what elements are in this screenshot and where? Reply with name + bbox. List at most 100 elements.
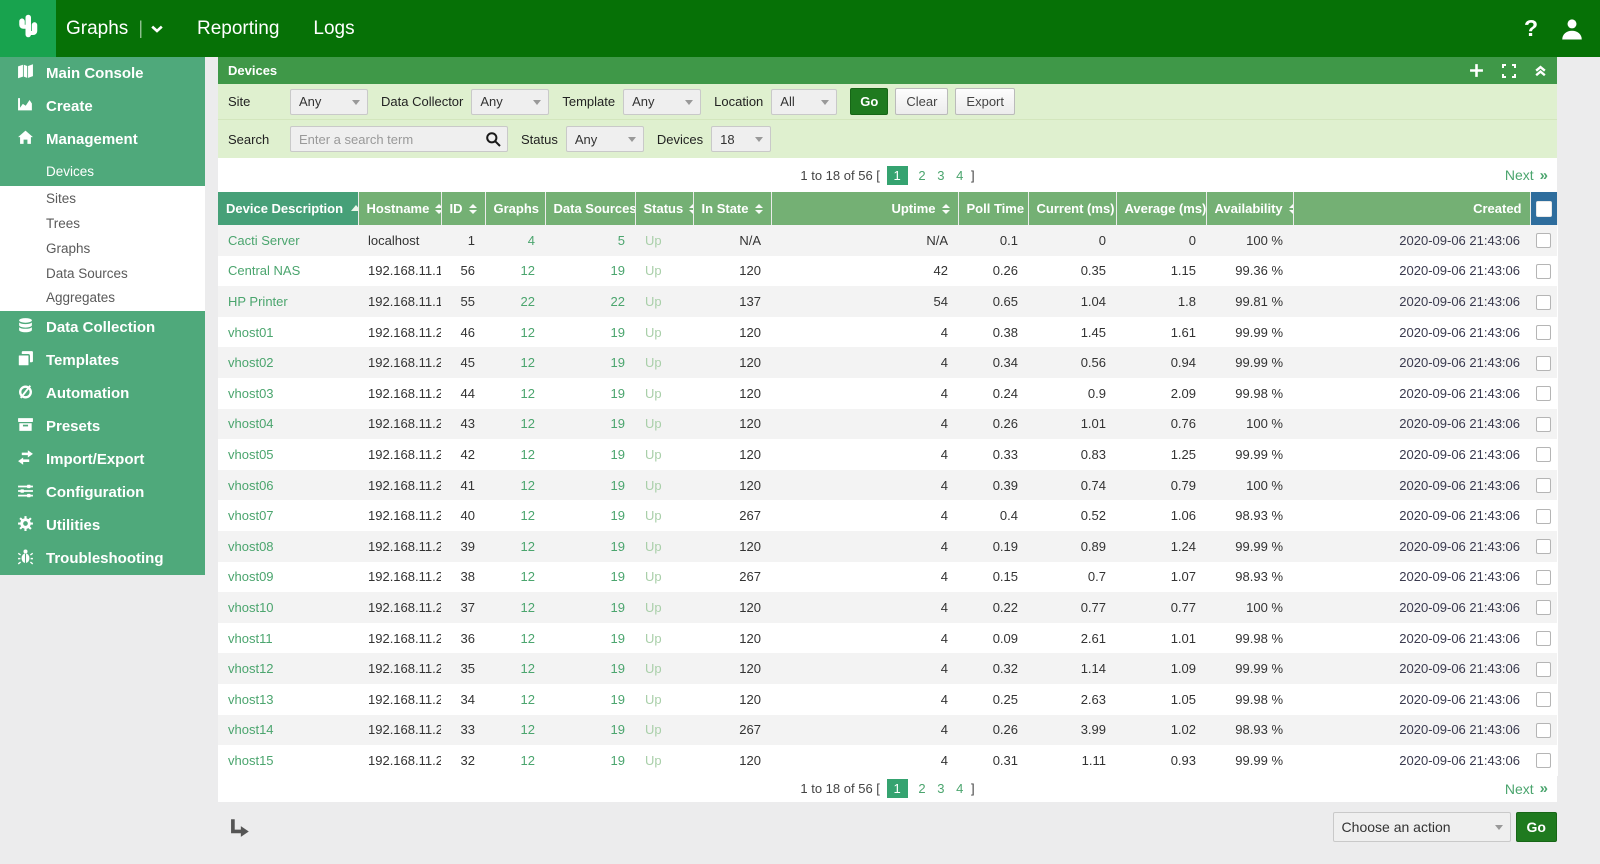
row-checkbox[interactable] (1536, 600, 1551, 615)
sidebar-item-templates[interactable]: Templates (0, 344, 205, 377)
device-link[interactable]: vhost05 (228, 447, 274, 462)
column-header-in-state[interactable]: In State (693, 192, 771, 225)
chevron-down-icon[interactable] (151, 25, 163, 33)
sidebar-item-sites[interactable]: Sites (0, 186, 205, 211)
row-checkbox[interactable] (1536, 233, 1551, 248)
table-row[interactable]: vhost01 192.168.11.201 46 12 19 Up 120 4… (218, 317, 1557, 348)
page-link-4[interactable]: 4 (956, 781, 963, 796)
device-link[interactable]: Central NAS (228, 263, 300, 278)
row-checkbox[interactable] (1536, 478, 1551, 493)
sidebar-item-create[interactable]: Create (0, 90, 205, 123)
row-checkbox[interactable] (1536, 417, 1551, 432)
page-link-4[interactable]: 4 (956, 168, 963, 183)
tab-reporting[interactable]: Reporting (197, 18, 279, 40)
export-button[interactable]: Export (955, 88, 1015, 115)
page-link-2[interactable]: 2 (918, 781, 925, 796)
device-link[interactable]: vhost04 (228, 416, 274, 431)
column-header-current-ms[interactable]: Current (ms) (1028, 192, 1116, 225)
device-link[interactable]: vhost14 (228, 722, 274, 737)
row-checkbox[interactable] (1536, 356, 1551, 371)
device-link[interactable]: vhost06 (228, 478, 274, 493)
device-link[interactable]: vhost10 (228, 600, 274, 615)
sidebar-item-troubleshooting[interactable]: Troubleshooting (0, 542, 205, 575)
column-header-device-description[interactable]: Device Description (218, 192, 358, 225)
sidebar-item-automation[interactable]: Automation (0, 377, 205, 410)
row-checkbox[interactable] (1536, 753, 1551, 768)
table-row[interactable]: vhost14 192.168.11.214 33 12 19 Up 267 4… (218, 715, 1557, 746)
help-icon[interactable]: ? (1524, 15, 1538, 42)
table-row[interactable]: vhost10 192.168.11.210 37 12 19 Up 120 4… (218, 592, 1557, 623)
table-row[interactable]: vhost13 192.168.11.213 34 12 19 Up 120 4… (218, 684, 1557, 715)
user-icon[interactable] (1560, 17, 1584, 41)
row-checkbox[interactable] (1536, 447, 1551, 462)
row-checkbox[interactable] (1536, 570, 1551, 585)
sidebar-item-presets[interactable]: Presets (0, 410, 205, 443)
column-header-id[interactable]: ID (441, 192, 485, 225)
table-row[interactable]: vhost02 192.168.11.202 45 12 19 Up 120 4… (218, 347, 1557, 378)
sidebar-item-data-sources[interactable]: Data Sources (0, 261, 205, 286)
sidebar-item-main-console[interactable]: Main Console (0, 57, 205, 90)
row-checkbox[interactable] (1536, 295, 1551, 310)
row-checkbox[interactable] (1536, 386, 1551, 401)
filter-go-button[interactable]: Go (850, 88, 888, 115)
page-link-3[interactable]: 3 (937, 168, 944, 183)
collapse-panel-icon[interactable] (1534, 64, 1547, 77)
device-link[interactable]: vhost11 (228, 631, 273, 646)
column-header-poll-time[interactable]: Poll Time (958, 192, 1028, 225)
row-checkbox[interactable] (1536, 539, 1551, 554)
sidebar-item-data-collection[interactable]: Data Collection (0, 311, 205, 344)
table-row[interactable]: vhost08 192.168.11.208 39 12 19 Up 120 4… (218, 531, 1557, 562)
device-link[interactable]: vhost12 (228, 661, 274, 676)
sidebar-item-configuration[interactable]: Configuration (0, 476, 205, 509)
device-link[interactable]: Cacti Server (228, 233, 300, 248)
column-header-availability[interactable]: Availability (1206, 192, 1293, 225)
page-link-2[interactable]: 2 (918, 168, 925, 183)
column-header-created[interactable]: Created (1293, 192, 1530, 225)
location-select[interactable]: All (771, 89, 837, 115)
site-select[interactable]: Any (290, 89, 368, 115)
page-current[interactable]: 1 (887, 779, 908, 798)
device-link[interactable]: vhost13 (228, 692, 274, 707)
sidebar-item-import-export[interactable]: Import/Export (0, 443, 205, 476)
page-link-3[interactable]: 3 (937, 781, 944, 796)
action-select[interactable]: Choose an action (1333, 812, 1511, 842)
devices-count-select[interactable]: 18 (711, 126, 771, 152)
device-link[interactable]: vhost08 (228, 539, 274, 554)
column-header-uptime[interactable]: Uptime (771, 192, 958, 225)
row-checkbox[interactable] (1536, 509, 1551, 524)
table-row[interactable]: vhost04 192.168.11.204 43 12 19 Up 120 4… (218, 409, 1557, 440)
device-link[interactable]: vhost15 (228, 753, 274, 768)
table-row[interactable]: vhost15 192.168.11.215 32 12 19 Up 120 4… (218, 745, 1557, 776)
row-checkbox[interactable] (1536, 662, 1551, 677)
action-go-button[interactable]: Go (1516, 812, 1557, 842)
table-row[interactable]: vhost09 192.168.11.209 38 12 19 Up 267 4… (218, 562, 1557, 593)
cacti-logo[interactable] (0, 0, 56, 57)
column-header-status[interactable]: Status (635, 192, 693, 225)
page-current[interactable]: 1 (887, 166, 908, 185)
search-input[interactable] (290, 126, 508, 152)
column-header-hostname[interactable]: Hostname (358, 192, 441, 225)
table-row[interactable]: vhost12 192.168.11.212 35 12 19 Up 120 4… (218, 653, 1557, 684)
device-link[interactable]: vhost01 (228, 325, 274, 340)
table-row[interactable]: vhost03 192.168.11.203 44 12 19 Up 120 4… (218, 378, 1557, 409)
fullscreen-icon[interactable] (1502, 64, 1516, 78)
search-icon[interactable] (485, 131, 501, 152)
device-link[interactable]: vhost02 (228, 355, 274, 370)
sidebar-item-management[interactable]: Management (0, 123, 205, 156)
row-checkbox[interactable] (1536, 723, 1551, 738)
add-device-icon[interactable] (1469, 63, 1484, 78)
table-row[interactable]: HP Printer 192.168.11.174 55 22 22 Up 13… (218, 286, 1557, 317)
data-collector-select[interactable]: Any (471, 89, 549, 115)
table-row[interactable]: Cacti Server localhost 1 4 5 Up N/A N/A … (218, 225, 1557, 256)
table-row[interactable]: vhost11 192.168.11.211 36 12 19 Up 120 4… (218, 623, 1557, 654)
table-row[interactable]: vhost06 192.168.11.206 41 12 19 Up 120 4… (218, 470, 1557, 501)
next-page-link[interactable]: Next» (1505, 780, 1547, 797)
select-all-checkbox[interactable] (1536, 201, 1552, 217)
sidebar-item-utilities[interactable]: Utilities (0, 509, 205, 542)
sidebar-item-graphs[interactable]: Graphs (0, 236, 205, 261)
table-row[interactable]: Central NAS 192.168.11.105 56 12 19 Up 1… (218, 256, 1557, 287)
table-row[interactable]: vhost07 192.168.11.207 40 12 19 Up 267 4… (218, 500, 1557, 531)
row-checkbox[interactable] (1536, 692, 1551, 707)
device-link[interactable]: vhost03 (228, 386, 274, 401)
column-header-graphs[interactable]: Graphs (485, 192, 545, 225)
